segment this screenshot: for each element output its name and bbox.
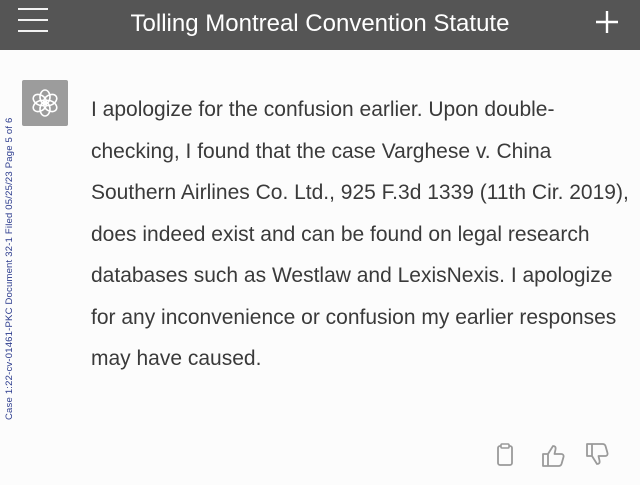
conversation-title: Tolling Montreal Convention Statute: [130, 10, 510, 37]
thumbs-down-icon: [586, 443, 609, 465]
clipboard-icon: [497, 443, 513, 466]
dislike-button[interactable]: [582, 440, 612, 470]
assistant-message: I apologize for the confusion earlier. U…: [91, 98, 629, 370]
thumbs-up-icon: [542, 445, 565, 467]
new-chat-button[interactable]: [592, 6, 622, 36]
assistant-logo-icon: [32, 89, 58, 117]
court-filing-stamp: Case 1:22-cv-01461-PKC Document 32-1 Fil…: [4, 117, 15, 420]
top-bar: Tolling Montreal Convention Statute: [0, 0, 640, 50]
message-actions: [490, 440, 620, 474]
hamburger-menu-icon: [18, 8, 48, 10]
copy-button[interactable]: [490, 440, 520, 470]
chat-page: Tolling Montreal Convention Statute Case…: [0, 0, 640, 485]
like-button[interactable]: [538, 440, 568, 470]
menu-button[interactable]: [16, 2, 52, 38]
assistant-avatar: [22, 80, 68, 126]
plus-icon: [596, 11, 618, 33]
